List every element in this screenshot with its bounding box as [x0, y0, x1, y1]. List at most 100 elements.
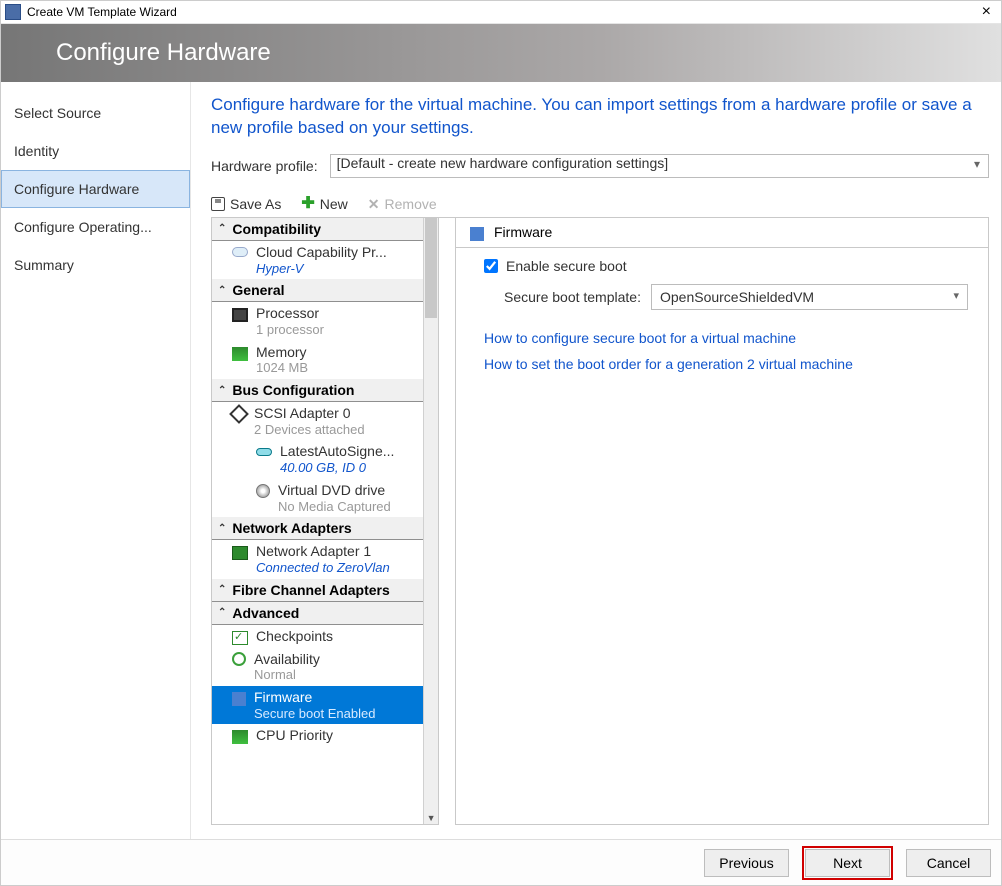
scsi-icon	[229, 404, 249, 424]
tree-item[interactable]: Virtual DVD driveNo Media Captured	[212, 479, 423, 517]
help-boot-order[interactable]: How to set the boot order for a generati…	[484, 356, 968, 372]
hardware-profile-value: [Default - create new hardware configura…	[337, 155, 669, 171]
chevron-up-icon: ⌃	[218, 584, 226, 595]
tree-item-subtext: 1 processor	[256, 322, 324, 338]
tree-item-subtext: Hyper-V	[256, 261, 387, 277]
chevron-up-icon: ⌃	[218, 223, 226, 234]
tree-group-label: Network Adapters	[232, 520, 351, 536]
banner-heading: Configure Hardware	[56, 39, 271, 67]
tree-item-label: CPU Priority	[256, 727, 333, 744]
firmware-title-text: Firmware	[494, 224, 552, 240]
save-icon	[211, 197, 225, 211]
tree-group-header[interactable]: ⌃ Network Adapters	[212, 517, 423, 540]
tree-item-subtext: 40.00 GB, ID 0	[280, 460, 394, 476]
hardware-tree[interactable]: ⌃ Compatibility Cloud Capability Pr...Hype…	[212, 218, 423, 824]
toolbar: Save As ✚ New ✕ Remove	[211, 188, 989, 217]
tree-group-header[interactable]: ⌃Advanced	[212, 602, 423, 625]
secure-boot-template-dropdown[interactable]: OpenSourceShieldedVM	[651, 284, 968, 310]
tree-item[interactable]: Memory1024 MB	[212, 341, 423, 379]
body-area: Select Source Identity Configure Hardwar…	[1, 82, 1001, 839]
scroll-thumb[interactable]	[425, 218, 437, 318]
tree-item[interactable]: FirmwareSecure boot Enabled	[212, 686, 423, 724]
tree-item-subtext: Normal	[254, 667, 320, 683]
chevron-up-icon: ⌃	[218, 523, 226, 534]
dvd-icon	[256, 484, 270, 498]
cancel-button[interactable]: Cancel	[906, 849, 991, 877]
tree-item-label: LatestAutoSigne...	[280, 443, 394, 460]
nav-summary[interactable]: Summary	[1, 246, 190, 284]
chevron-up-icon: ⌃	[218, 607, 226, 618]
tree-item-label: Virtual DVD drive	[278, 482, 391, 499]
hardware-profile-row: Hardware profile: [Default - create new …	[211, 154, 989, 178]
hardware-profile-label: Hardware profile:	[211, 158, 318, 174]
tree-item-label: Cloud Capability Pr...	[256, 244, 387, 261]
instruction-text: Configure hardware for the virtual machi…	[211, 94, 989, 140]
secure-boot-template-row: Secure boot template: OpenSourceShielded…	[484, 284, 968, 310]
nav-configure-hardware[interactable]: Configure Hardware	[1, 170, 190, 208]
next-button[interactable]: Next	[805, 849, 890, 877]
hardware-tree-container: ⌃ Compatibility Cloud Capability Pr...Hype…	[211, 218, 439, 825]
firmware-panel: Firmware Enable secure boot Secure boot …	[455, 218, 989, 825]
previous-button[interactable]: Previous	[704, 849, 789, 877]
tree-group-label: Compatibility	[232, 221, 321, 237]
tree-item-subtext: No Media Captured	[278, 499, 391, 515]
tree-item-label: Availability	[254, 651, 320, 668]
secure-boot-template-value: OpenSourceShieldedVM	[660, 289, 814, 305]
tree-item-label: Network Adapter 1	[256, 543, 390, 560]
tree-item-label: Processor	[256, 305, 324, 322]
close-icon[interactable]: ×	[976, 4, 997, 20]
tree-item[interactable]: Processor1 processor	[212, 302, 423, 340]
tree-item[interactable]: AvailabilityNormal	[212, 648, 423, 686]
enable-secure-boot-label[interactable]: Enable secure boot	[506, 258, 627, 274]
wizard-window: Create VM Template Wizard × Configure Ha…	[0, 0, 1002, 886]
plus-icon: ✚	[301, 196, 314, 212]
nav-select-source[interactable]: Select Source	[1, 94, 190, 132]
window-title: Create VM Template Wizard	[27, 5, 976, 19]
save-as-button[interactable]: Save As	[211, 196, 281, 212]
tree-item-label: Firmware	[254, 689, 375, 706]
tree-group-header[interactable]: ⌃ Compatibility	[212, 218, 423, 241]
tree-group-header[interactable]: ⌃General	[212, 279, 423, 302]
tree-item[interactable]: Cloud Capability Pr...Hyper-V	[212, 241, 423, 279]
tree-group-label: General	[232, 282, 284, 298]
tree-item[interactable]: Checkpoints	[212, 625, 423, 648]
tree-item-subtext: 2 Devices attached	[254, 422, 365, 438]
cpu-icon	[232, 308, 248, 322]
enable-secure-boot-checkbox[interactable]	[484, 259, 498, 273]
help-configure-secure-boot[interactable]: How to configure secure boot for a virtu…	[484, 330, 968, 346]
remove-button: ✕ Remove	[368, 196, 437, 213]
mem-icon	[232, 730, 248, 744]
remove-label: Remove	[385, 196, 437, 212]
banner: Configure Hardware	[1, 24, 1001, 82]
app-icon	[5, 4, 21, 20]
footer: Previous Next Cancel	[1, 839, 1001, 885]
firmware-panel-title: Firmware	[456, 218, 988, 248]
tree-item[interactable]: SCSI Adapter 02 Devices attached	[212, 402, 423, 440]
tree-item[interactable]: LatestAutoSigne...40.00 GB, ID 0	[212, 440, 423, 478]
wizard-steps-nav: Select Source Identity Configure Hardwar…	[1, 82, 191, 839]
mem-icon	[232, 347, 248, 361]
title-bar: Create VM Template Wizard ×	[1, 1, 1001, 24]
tree-item[interactable]: CPU Priority	[212, 724, 423, 747]
hardware-profile-dropdown[interactable]: [Default - create new hardware configura…	[330, 154, 989, 178]
tree-item-label: SCSI Adapter 0	[254, 405, 365, 422]
tree-item[interactable]: Network Adapter 1Connected to ZeroVlan	[212, 540, 423, 578]
tree-item-label: Checkpoints	[256, 628, 333, 645]
disk-icon	[256, 448, 272, 456]
avail-icon	[232, 652, 246, 666]
tree-scrollbar[interactable]: ▲ ▼	[423, 218, 438, 824]
tree-item-subtext: Secure boot Enabled	[254, 706, 375, 722]
check-icon	[232, 631, 248, 645]
chevron-up-icon: ⌃	[218, 385, 226, 396]
new-label: New	[320, 196, 348, 212]
nav-configure-os[interactable]: Configure Operating...	[1, 208, 190, 246]
firmware-panel-body: Enable secure boot Secure boot template:…	[456, 248, 988, 372]
nav-identity[interactable]: Identity	[1, 132, 190, 170]
tree-group-header[interactable]: ⌃ Fibre Channel Adapters	[212, 579, 423, 602]
tree-group-label: Bus Configuration	[232, 382, 354, 398]
tree-item-subtext: 1024 MB	[256, 360, 308, 376]
tree-group-header[interactable]: ⌃ Bus Configuration	[212, 379, 423, 402]
new-button[interactable]: ✚ New	[301, 196, 347, 212]
scroll-down-arrow-icon[interactable]: ▼	[424, 813, 438, 823]
tree-group-label: Fibre Channel Adapters	[232, 582, 389, 598]
